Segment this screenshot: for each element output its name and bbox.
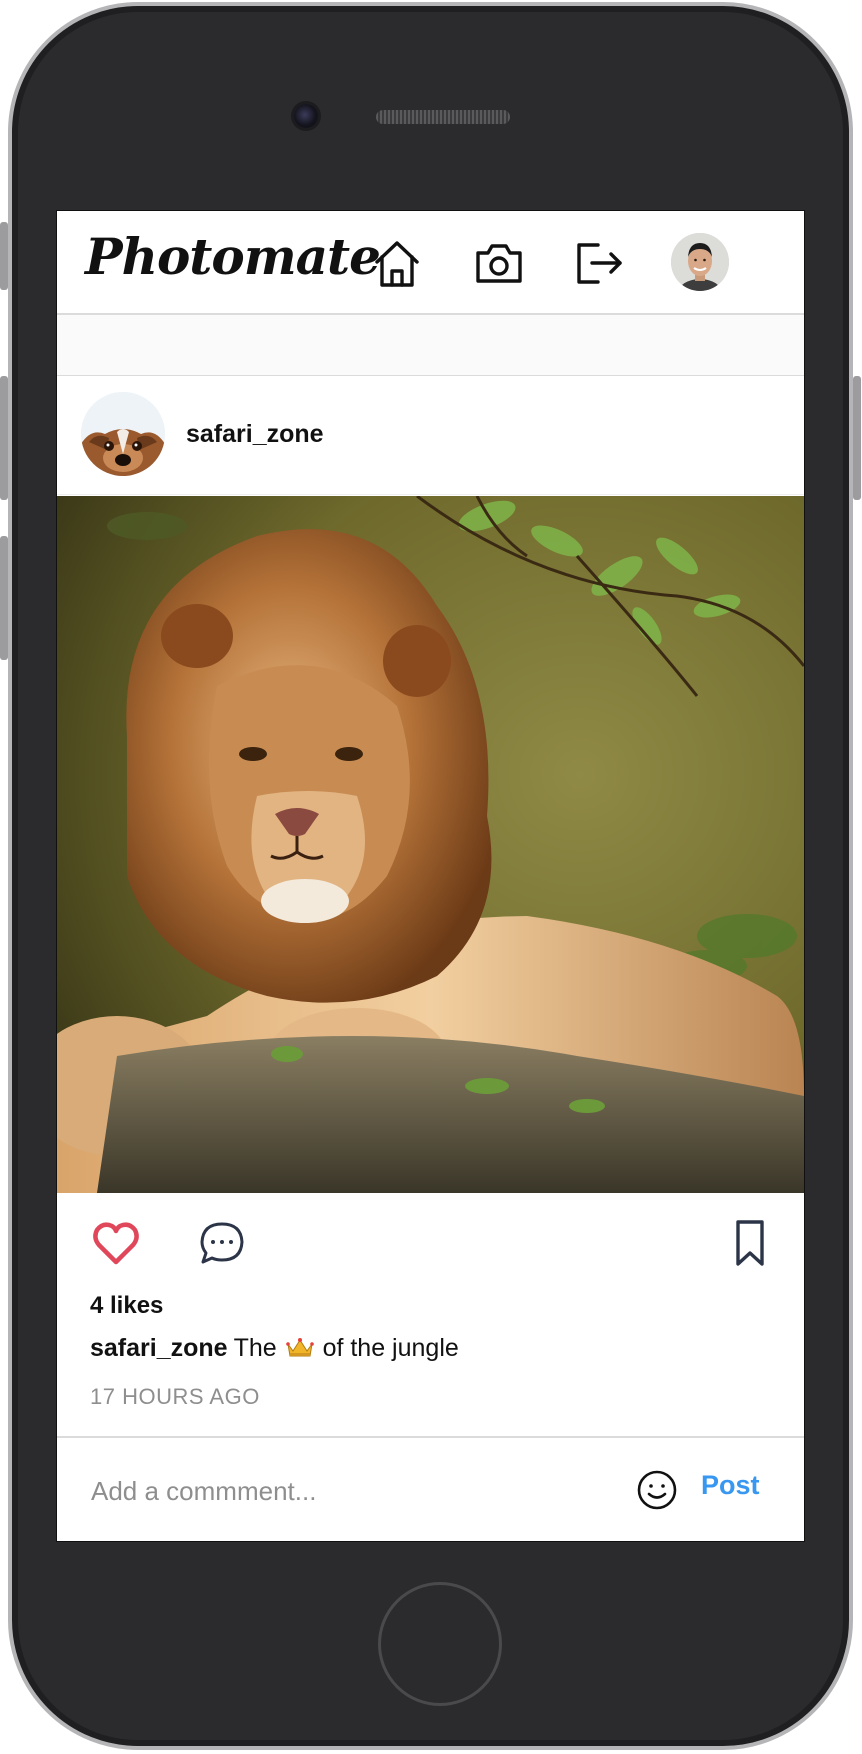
post-header: safari_zone <box>57 376 804 495</box>
caption-text-end: of the jungle <box>322 1334 459 1362</box>
speaker-grille <box>376 110 510 124</box>
smiley-icon[interactable] <box>635 1468 679 1512</box>
top-navbar: Photomate <box>57 211 804 315</box>
like-count: 4 likes <box>90 1292 164 1319</box>
logout-icon[interactable] <box>570 235 626 291</box>
app-logo[interactable]: Photomate <box>85 227 381 286</box>
heart-icon[interactable] <box>91 1218 141 1268</box>
home-icon[interactable] <box>369 235 425 291</box>
post-comment-button[interactable]: Post <box>701 1470 760 1501</box>
dog-avatar[interactable] <box>81 392 165 476</box>
caption-username[interactable]: safari_zone <box>90 1334 228 1362</box>
comment-bar: Post <box>57 1436 804 1541</box>
home-hardware-button[interactable] <box>378 1582 502 1706</box>
lion-photo[interactable] <box>57 496 804 1193</box>
post-caption: safari_zone The of the jungle <box>90 1334 459 1363</box>
comment-icon[interactable] <box>197 1218 247 1268</box>
camera-icon[interactable] <box>471 235 527 291</box>
mute-switch[interactable] <box>0 222 8 290</box>
power-button[interactable] <box>853 376 861 500</box>
app-screen: Photomate safari_zone 4 likes safari_zon… <box>56 210 805 1542</box>
crown-emoji-icon <box>285 1336 314 1358</box>
front-camera <box>294 104 318 128</box>
post-card: safari_zone 4 likes safari_zone The of t… <box>57 375 804 1541</box>
post-timestamp: 17 HOURS AGO <box>90 1384 260 1409</box>
user-avatar[interactable] <box>671 233 729 291</box>
comment-input[interactable] <box>89 1468 613 1514</box>
caption-text-start: The <box>233 1334 277 1362</box>
volume-up-button[interactable] <box>0 376 8 500</box>
post-username[interactable]: safari_zone <box>186 420 324 449</box>
bookmark-icon[interactable] <box>725 1218 775 1268</box>
volume-down-button[interactable] <box>0 536 8 660</box>
